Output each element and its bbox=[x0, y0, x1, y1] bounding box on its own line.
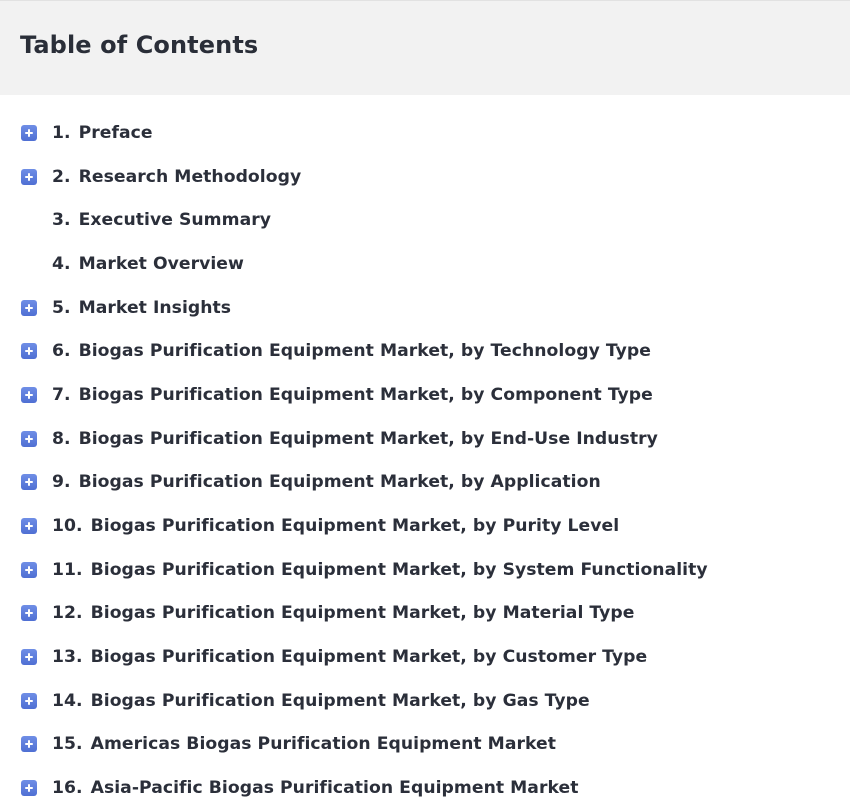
toc-item-text[interactable]: 10. Biogas Purification Equipment Market,… bbox=[52, 516, 619, 536]
toc-item-text[interactable]: 6. Biogas Purification Equipment Market, … bbox=[52, 341, 651, 361]
toc-item-text[interactable]: 15. Americas Biogas Purification Equipmen… bbox=[52, 734, 556, 754]
toc-item-label: Market Overview bbox=[78, 253, 244, 274]
toc-item-text[interactable]: 1. Preface bbox=[52, 123, 153, 143]
toc-item-text[interactable]: 2. Research Methodology bbox=[52, 167, 301, 187]
toc-item-label: Biogas Purification Equipment Market, by… bbox=[78, 428, 658, 449]
toc-item[interactable]: 15. Americas Biogas Purification Equipmen… bbox=[0, 723, 850, 767]
toc-list: 1. Preface 2. Research Methodology 3. Executi… bbox=[0, 111, 850, 810]
toc-item-text[interactable]: 13. Biogas Purification Equipment Market,… bbox=[52, 647, 647, 667]
toc-item-label: Biogas Purification Equipment Market, by… bbox=[90, 647, 648, 668]
toc-item-number: 3. bbox=[52, 210, 71, 231]
toc-item-label: Biogas Purification Equipment Market, by… bbox=[90, 690, 590, 711]
toc-item-text[interactable]: 11. Biogas Purification Equipment Market,… bbox=[52, 560, 708, 580]
toc-item[interactable]: 16. Asia-Pacific Biogas Purification Equi… bbox=[0, 766, 850, 810]
toc-item[interactable]: 8. Biogas Purification Equipment Market, … bbox=[0, 417, 850, 461]
plus-square-icon[interactable] bbox=[21, 561, 37, 578]
toc-item-label: Biogas Purification Equipment Market, by… bbox=[90, 603, 635, 624]
toc-item-label: Market Insights bbox=[78, 297, 232, 318]
plus-square-icon[interactable] bbox=[21, 649, 37, 666]
plus-square-icon[interactable] bbox=[21, 692, 37, 709]
toc-item-label: Research Methodology bbox=[78, 166, 302, 187]
toc-item[interactable]: 10. Biogas Purification Equipment Market,… bbox=[0, 504, 850, 548]
plus-square-icon[interactable] bbox=[21, 299, 37, 316]
plus-square-icon[interactable] bbox=[21, 736, 37, 753]
toc-item[interactable]: 14. Biogas Purification Equipment Market,… bbox=[0, 679, 850, 723]
toc-item-number: 14. bbox=[52, 690, 83, 711]
toc-item[interactable]: 12. Biogas Purification Equipment Market,… bbox=[0, 592, 850, 636]
toc-item[interactable]: 7. Biogas Purification Equipment Market, … bbox=[0, 373, 850, 417]
toc-item-label: Biogas Purification Equipment Market, by… bbox=[78, 384, 653, 405]
toc-item-number: 5. bbox=[52, 297, 71, 318]
toc-item-text[interactable]: 3. Executive Summary bbox=[52, 210, 271, 230]
plus-square-icon[interactable] bbox=[21, 780, 37, 797]
toc-item-text[interactable]: 12. Biogas Purification Equipment Market,… bbox=[52, 603, 634, 623]
toc-item-number: 1. bbox=[52, 122, 71, 143]
toc-item-number: 8. bbox=[52, 428, 71, 449]
toc-item-label: Biogas Purification Equipment Market, by… bbox=[78, 472, 601, 493]
toc-item[interactable]: 4. Market Overview bbox=[0, 242, 850, 286]
plus-square-icon[interactable] bbox=[21, 386, 37, 403]
toc-item[interactable]: 5. Market Insights bbox=[0, 286, 850, 330]
plus-square-icon[interactable] bbox=[21, 124, 37, 141]
toc-item-number: 9. bbox=[52, 472, 71, 493]
toc-item-number: 13. bbox=[52, 647, 83, 668]
toc-item-label: Americas Biogas Purification Equipment M… bbox=[90, 734, 556, 755]
plus-square-icon[interactable] bbox=[21, 474, 37, 491]
toc-item[interactable]: 13. Biogas Purification Equipment Market,… bbox=[0, 635, 850, 679]
plus-square-icon[interactable] bbox=[21, 343, 37, 360]
toc-item[interactable]: 1. Preface bbox=[0, 111, 850, 155]
toc-item-number: 12. bbox=[52, 603, 83, 624]
page-title: Table of Contents bbox=[20, 31, 259, 59]
toc-item-text[interactable]: 7. Biogas Purification Equipment Market, … bbox=[52, 385, 653, 405]
toc-item[interactable]: 3. Executive Summary bbox=[0, 198, 850, 242]
toc-item-label: Biogas Purification Equipment Market, by… bbox=[90, 559, 708, 580]
toc-item[interactable]: 9. Biogas Purification Equipment Market, … bbox=[0, 461, 850, 505]
plus-square-icon[interactable] bbox=[21, 430, 37, 447]
toc-item-label: Executive Summary bbox=[78, 210, 272, 231]
table-of-contents: Table of Contents 1. Preface 2. Research Me… bbox=[0, 0, 850, 811]
toc-item-number: 2. bbox=[52, 166, 71, 187]
toc-item-label: Biogas Purification Equipment Market, by… bbox=[90, 516, 620, 537]
toc-item-number: 6. bbox=[52, 341, 71, 362]
toc-item-number: 10. bbox=[52, 516, 83, 537]
toc-item[interactable]: 6. Biogas Purification Equipment Market, … bbox=[0, 329, 850, 373]
plus-square-icon[interactable] bbox=[21, 168, 37, 185]
toc-item-number: 4. bbox=[52, 253, 71, 274]
toc-item-text[interactable]: 5. Market Insights bbox=[52, 298, 231, 318]
plus-square-icon[interactable] bbox=[21, 518, 37, 535]
toc-item-text[interactable]: 8. Biogas Purification Equipment Market, … bbox=[52, 429, 658, 449]
toc-item-number: 16. bbox=[52, 778, 83, 799]
toc-item-text[interactable]: 4. Market Overview bbox=[52, 254, 244, 274]
toc-item-number: 7. bbox=[52, 384, 71, 405]
toc-item-text[interactable]: 14. Biogas Purification Equipment Market,… bbox=[52, 691, 590, 711]
toc-item-label: Biogas Purification Equipment Market, by… bbox=[78, 341, 651, 362]
toc-item-label: Preface bbox=[78, 122, 153, 143]
toc-item[interactable]: 2. Research Methodology bbox=[0, 155, 850, 199]
toc-item[interactable]: 11. Biogas Purification Equipment Market,… bbox=[0, 548, 850, 592]
toc-header: Table of Contents bbox=[0, 0, 850, 95]
toc-item-text[interactable]: 9. Biogas Purification Equipment Market, … bbox=[52, 472, 601, 492]
plus-square-icon[interactable] bbox=[21, 605, 37, 622]
toc-item-label: Asia-Pacific Biogas Purification Equipme… bbox=[90, 778, 579, 799]
toc-item-text[interactable]: 16. Asia-Pacific Biogas Purification Equi… bbox=[52, 778, 578, 798]
toc-item-number: 15. bbox=[52, 734, 83, 755]
toc-item-number: 11. bbox=[52, 559, 83, 580]
